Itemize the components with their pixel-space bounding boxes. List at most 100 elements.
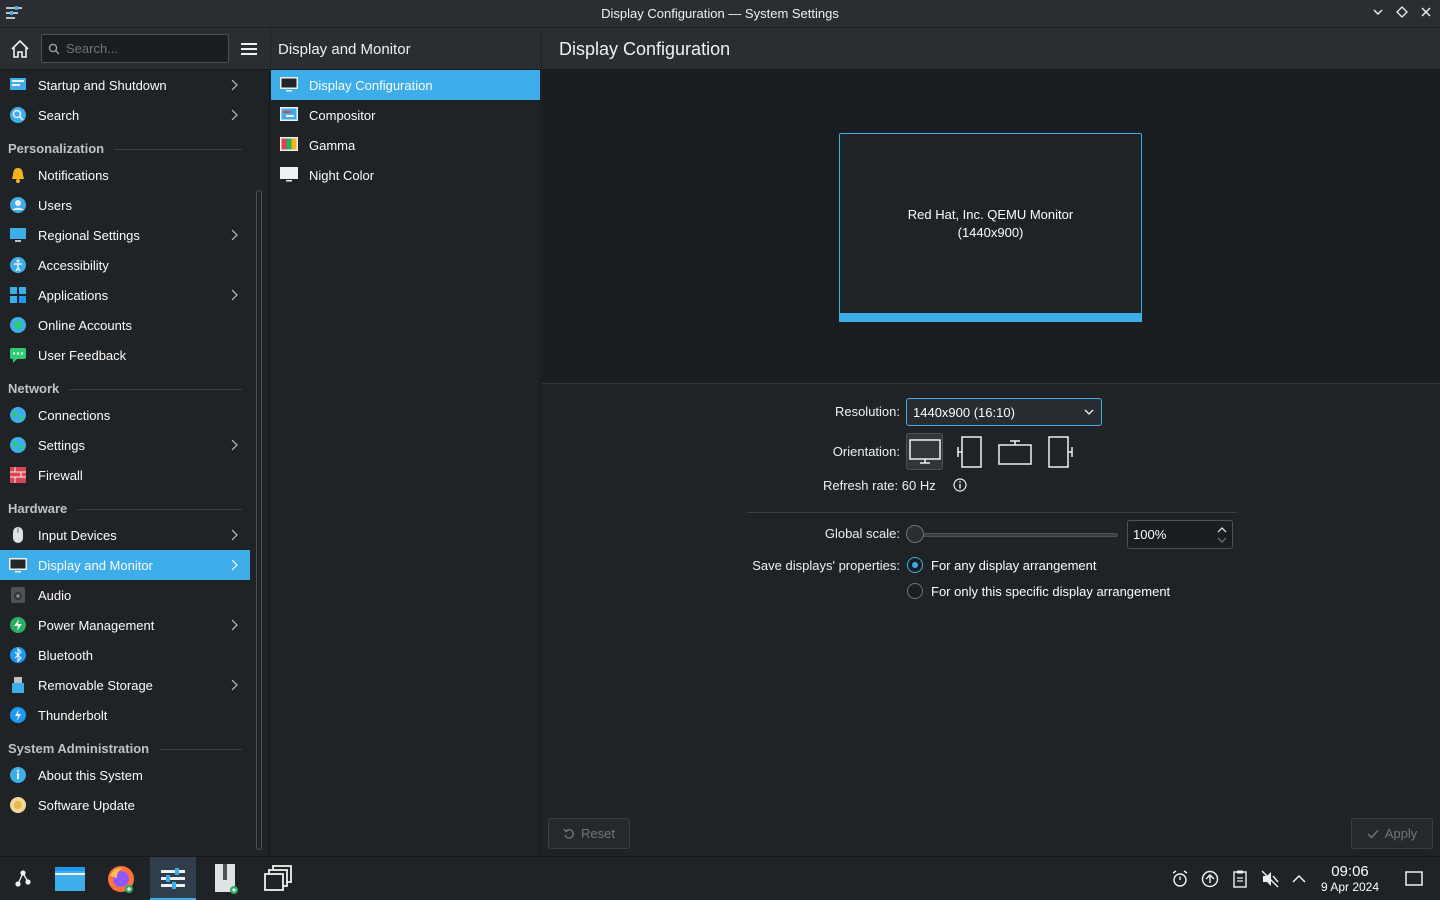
subitem-label: Gamma — [309, 137, 356, 153]
update-tray-icon[interactable] — [1200, 869, 1220, 889]
section-rule — [114, 149, 242, 150]
global-scale-spinbox[interactable]: 100% — [1127, 520, 1233, 549]
monitor-resolution: (1440x900) — [957, 225, 1024, 240]
global-scale-slider-track[interactable] — [914, 533, 1118, 537]
sidebar-item-accessibility[interactable]: Accessibility — [0, 250, 250, 280]
apply-button[interactable]: Apply — [1351, 818, 1433, 849]
archive-icon — [215, 864, 238, 894]
sidebar-item-label: Power Management — [38, 617, 155, 633]
sidebar-item-user-feedback[interactable]: User Feedback — [0, 340, 250, 370]
sidebar-item-about[interactable]: About this System — [0, 760, 250, 790]
radio-any-arrangement-label[interactable]: For any display arrangement — [931, 558, 1096, 573]
sidebar-item-label: User Feedback — [38, 347, 127, 363]
subitem-label: Compositor — [309, 107, 376, 123]
chevron-right-icon — [231, 529, 238, 541]
chevron-right-icon — [231, 109, 238, 121]
sidebar-item-removable-storage[interactable]: Removable Storage — [0, 670, 250, 700]
orientation-portrait-left-button[interactable] — [951, 433, 988, 470]
info-icon — [8, 765, 28, 785]
sidebar-scrollbar[interactable] — [256, 190, 262, 850]
sidebar-item-applications[interactable]: Applications — [0, 280, 250, 310]
sidebar-item-notifications[interactable]: Notifications — [0, 160, 250, 190]
section-label: System Administration — [8, 741, 150, 756]
sidebar-item-online-accounts[interactable]: Online Accounts — [0, 310, 250, 340]
hamburger-menu-icon[interactable] — [238, 38, 260, 60]
sidebar-item-label: Online Accounts — [38, 317, 132, 333]
chevron-up-icon[interactable] — [1217, 526, 1227, 533]
digital-clock[interactable]: 09:06 9 Apr 2024 — [1310, 863, 1390, 894]
chevron-right-icon — [231, 439, 238, 451]
minimize-button[interactable] — [1370, 6, 1386, 22]
search-field[interactable] — [41, 34, 229, 63]
subitem-compositor[interactable]: Compositor — [271, 100, 540, 130]
app-launcher-button[interactable] — [0, 857, 46, 900]
sidebar-item-label: Bluetooth — [38, 647, 93, 663]
folder-icon — [55, 867, 85, 891]
feedback-icon — [8, 345, 28, 365]
sidebar-item-audio[interactable]: Audio — [0, 580, 250, 610]
sidebar-item-label: Settings — [38, 437, 85, 453]
global-scale-slider-handle[interactable] — [906, 525, 924, 543]
sidebar-item-startup[interactable]: Startup and Shutdown — [0, 70, 250, 100]
subitem-display-configuration[interactable]: Display Configuration — [271, 70, 540, 100]
maximize-button[interactable] — [1394, 6, 1410, 22]
monitor-tile[interactable]: Red Hat, Inc. QEMU Monitor (1440x900) — [839, 133, 1142, 322]
taskbar-system-settings[interactable] — [150, 857, 196, 900]
power-icon — [8, 615, 28, 635]
sidebar-item-firewall[interactable]: Firewall — [0, 460, 250, 490]
radio-specific-arrangement[interactable] — [907, 583, 923, 599]
subitem-night-color[interactable]: Night Color — [271, 160, 540, 190]
volume-muted-icon[interactable] — [1260, 869, 1280, 889]
mouse-icon — [8, 525, 28, 545]
chevron-right-icon — [231, 559, 238, 571]
sidebar-item-regional[interactable]: Regional Settings — [0, 220, 250, 250]
monitor-name: Red Hat, Inc. QEMU Monitor — [907, 207, 1074, 222]
orientation-inverted-button[interactable] — [996, 433, 1033, 470]
settings-sliders-icon — [161, 868, 185, 889]
sidebar-item-connections[interactable]: Connections — [0, 400, 250, 430]
taskbar-archive-manager[interactable] — [202, 857, 248, 900]
sidebar-item-label: Display and Monitor — [38, 557, 153, 573]
show-desktop-icon[interactable] — [1404, 869, 1424, 889]
applications-icon — [8, 285, 28, 305]
orientation-portrait-right-button[interactable] — [1041, 433, 1078, 470]
regional-icon — [8, 225, 28, 245]
section-rule — [69, 389, 242, 390]
radio-specific-arrangement-label[interactable]: For only this specific display arrangeme… — [931, 584, 1170, 599]
chevron-up-icon[interactable] — [1289, 869, 1309, 889]
radio-any-arrangement[interactable] — [907, 557, 923, 573]
section-label: Hardware — [8, 501, 68, 516]
clock-date: 9 Apr 2024 — [1320, 880, 1380, 894]
inverted-monitor-icon — [997, 439, 1032, 465]
search-icon — [48, 43, 60, 54]
sidebar-item-users[interactable]: Users — [0, 190, 250, 220]
search-input[interactable] — [66, 41, 216, 56]
notification-alarm-icon[interactable] — [1170, 869, 1190, 889]
taskbar-dolphin[interactable] — [47, 857, 93, 900]
section-system-administration: System Administration — [0, 730, 250, 760]
sidebar-item-search[interactable]: Search — [0, 100, 250, 130]
sidebar-item-software-update[interactable]: Software Update — [0, 790, 250, 820]
clipboard-icon[interactable] — [1230, 869, 1250, 889]
sidebar-item-thunderbolt[interactable]: Thunderbolt — [0, 700, 250, 730]
sidebar-item-power-management[interactable]: Power Management — [0, 610, 250, 640]
resolution-value: 1440x900 (16:10) — [913, 404, 1015, 420]
subcategory-list: Display Configuration Compositor Gamma N… — [271, 70, 540, 190]
taskbar-show-windows[interactable] — [256, 857, 302, 900]
info-icon[interactable] — [953, 478, 967, 492]
apply-label: Apply — [1384, 826, 1418, 841]
close-button[interactable] — [1418, 6, 1434, 22]
chevron-down-icon[interactable] — [1217, 537, 1227, 544]
sidebar-item-input-devices[interactable]: Input Devices — [0, 520, 250, 550]
reset-button[interactable]: Reset — [548, 818, 630, 849]
sidebar-item-network-settings[interactable]: Settings — [0, 430, 250, 460]
orientation-landscape-button[interactable] — [906, 433, 943, 470]
home-icon[interactable] — [8, 37, 32, 61]
sidebar-item-display-and-monitor[interactable]: Display and Monitor — [0, 550, 250, 580]
sidebar-item-bluetooth[interactable]: Bluetooth — [0, 640, 250, 670]
taskbar-firefox[interactable] — [98, 857, 144, 900]
subitem-gamma[interactable]: Gamma — [271, 130, 540, 160]
resolution-combobox[interactable]: 1440x900 (16:10) — [906, 398, 1102, 426]
main-header: Display Configuration — [542, 28, 1440, 70]
subitem-label: Night Color — [309, 167, 375, 183]
